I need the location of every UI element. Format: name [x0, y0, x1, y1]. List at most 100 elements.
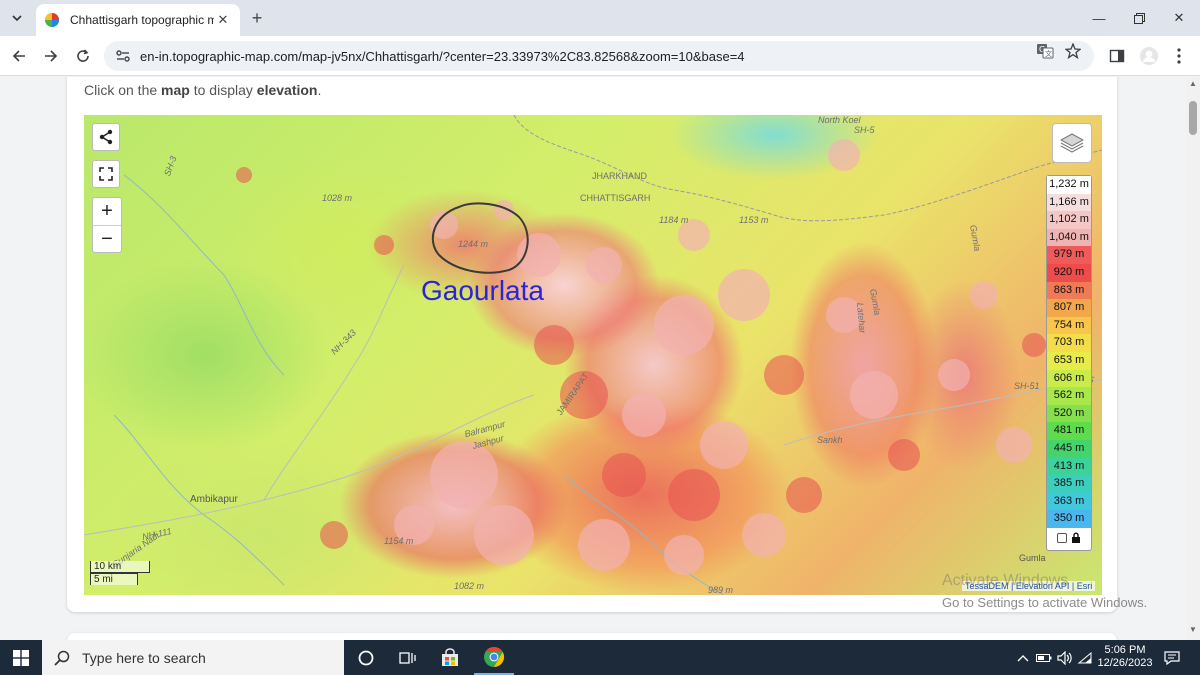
- chevron-down-icon: [12, 15, 22, 22]
- gaourlata-annotation: Gaourlata: [421, 275, 544, 306]
- browser-toolbar: en-in.topographic-map.com/map-jv5nx/Chha…: [0, 36, 1200, 76]
- forward-button[interactable]: [40, 45, 62, 67]
- chrome-app-button[interactable]: [474, 640, 514, 675]
- menu-kebab-icon[interactable]: [1168, 45, 1190, 67]
- reload-icon: [77, 49, 89, 62]
- terrain-texture-dark: [236, 167, 1046, 549]
- hint-text-1: Click on the: [84, 82, 162, 98]
- legend-item: 520 m: [1047, 404, 1091, 423]
- legend-item: 807 m: [1047, 299, 1091, 317]
- taskbar-search-box[interactable]: Type here to search: [42, 640, 344, 675]
- back-button[interactable]: [8, 45, 30, 67]
- store-app-button[interactable]: [430, 640, 470, 675]
- place-label: SH-5: [854, 125, 875, 135]
- notifications-icon[interactable]: [1160, 640, 1184, 675]
- windows-logo-icon: [13, 649, 29, 666]
- share-button[interactable]: [92, 123, 120, 151]
- hint-elevation-word: elevation: [256, 82, 318, 98]
- bookmark-star-icon[interactable]: [1062, 40, 1084, 62]
- legend-item: 1,232 m: [1047, 176, 1091, 194]
- tray-chevron-up-icon[interactable]: [1014, 640, 1032, 675]
- map-terrain-layer: [84, 115, 1102, 595]
- site-favicon-icon: [45, 13, 59, 27]
- scale-km: 10 km: [90, 561, 150, 573]
- legend-item: 562 m: [1047, 387, 1091, 405]
- scroll-down-icon[interactable]: ▼: [1189, 625, 1197, 634]
- legend-item: 1,166 m: [1047, 193, 1091, 212]
- translate-icon[interactable]: G文: [1034, 40, 1056, 62]
- legend-item: 979 m: [1047, 246, 1091, 264]
- elevation-legend: 1,232 m 1,166 m 1,102 m 1,040 m 979 m 920 m 86…: [1046, 175, 1092, 551]
- layers-button[interactable]: [1052, 123, 1092, 163]
- tab-search-button[interactable]: [6, 7, 28, 29]
- zoom-out-button[interactable]: −: [93, 225, 121, 252]
- chrome-icon: [484, 646, 505, 667]
- profile-avatar[interactable]: [1138, 45, 1160, 67]
- place-label: Ambikapur: [190, 494, 238, 505]
- legend-options: [1047, 528, 1091, 548]
- activate-windows-title: Activate Windows: [942, 572, 1069, 589]
- place-label: Sankh: [817, 435, 843, 445]
- battery-icon[interactable]: [1034, 640, 1054, 675]
- task-view-icon: [399, 651, 416, 664]
- legend-item: 445 m: [1047, 439, 1091, 458]
- page-scrollbar[interactable]: ▲ ▼: [1186, 77, 1200, 640]
- tab-strip: Chhattisgarh topographic map, ✕ + — ✕: [0, 0, 1200, 36]
- site-info-icon[interactable]: [114, 47, 132, 65]
- taskbar-clock[interactable]: 5:06 PM 12/26/2023: [1094, 644, 1156, 670]
- start-button[interactable]: [0, 640, 42, 675]
- lock-icon[interactable]: [1071, 532, 1081, 544]
- road: [263, 264, 405, 501]
- arrow-left-icon: [12, 50, 25, 62]
- share-icon: [99, 129, 113, 145]
- browser-tab[interactable]: Chhattisgarh topographic map, ✕: [36, 4, 240, 36]
- volume-icon[interactable]: [1056, 640, 1074, 675]
- legend-item: 653 m: [1047, 351, 1091, 370]
- place-label: JHARKHAND: [592, 171, 648, 181]
- legend-item: 606 m: [1047, 369, 1091, 388]
- task-view-button[interactable]: [388, 640, 428, 675]
- fullscreen-button[interactable]: [92, 160, 120, 188]
- place-label: 1028 m: [322, 193, 353, 203]
- clock-date: 12/26/2023: [1097, 657, 1153, 669]
- wifi-icon[interactable]: [1076, 640, 1094, 675]
- scale-mi: 5 mi: [90, 573, 138, 585]
- cortana-button[interactable]: [346, 640, 386, 675]
- legend-item: 413 m: [1047, 457, 1091, 476]
- legend-item: 863 m: [1047, 281, 1091, 300]
- legend-item: 363 m: [1047, 492, 1091, 511]
- legend-item: 920 m: [1047, 263, 1091, 282]
- url-text[interactable]: en-in.topographic-map.com/map-jv5nx/Chha…: [140, 49, 745, 64]
- legend-item: 703 m: [1047, 334, 1091, 352]
- place-label: 1154 m: [384, 536, 414, 546]
- new-tab-button[interactable]: +: [247, 8, 267, 28]
- reload-button[interactable]: [72, 45, 94, 67]
- tab-title: Chhattisgarh topographic map,: [70, 13, 214, 27]
- zoom-control: + −: [92, 197, 122, 253]
- svg-text:文: 文: [1045, 49, 1052, 58]
- legend-item: 350 m: [1047, 510, 1091, 528]
- page-content: Click on the map to display elevation. 1…: [0, 77, 1186, 640]
- state-border: [513, 115, 1102, 222]
- river: [123, 174, 285, 376]
- side-panel-icon[interactable]: [1106, 45, 1128, 67]
- topographic-map[interactable]: 1028 m 1244 m 1184 m 1153 m 1154 m 1082 …: [84, 115, 1102, 595]
- clock-time: 5:06 PM: [1104, 644, 1146, 656]
- hint-text-3: .: [317, 82, 322, 98]
- scrollbar-thumb[interactable]: [1189, 101, 1197, 135]
- place-label: 1153 m: [739, 215, 769, 225]
- legend-item: 1,040 m: [1047, 228, 1091, 247]
- close-window-button[interactable]: ✕: [1168, 8, 1190, 28]
- address-bar[interactable]: en-in.topographic-map.com/map-jv5nx/Chha…: [104, 41, 1094, 71]
- restore-button[interactable]: [1128, 8, 1150, 28]
- scale-bar: 10 km 5 mi: [90, 561, 150, 585]
- legend-checkbox[interactable]: [1057, 532, 1067, 543]
- activate-windows-subtitle: Go to Settings to activate Windows.: [942, 595, 1148, 610]
- zoom-in-button[interactable]: +: [93, 198, 121, 225]
- minimize-button[interactable]: —: [1088, 8, 1110, 28]
- cortana-circle-icon: [358, 650, 374, 665]
- place-label: 1184 m: [659, 215, 689, 225]
- legend-item: 1,102 m: [1047, 211, 1091, 229]
- scroll-up-icon[interactable]: ▲: [1189, 79, 1197, 88]
- tab-close-icon[interactable]: ✕: [214, 11, 232, 29]
